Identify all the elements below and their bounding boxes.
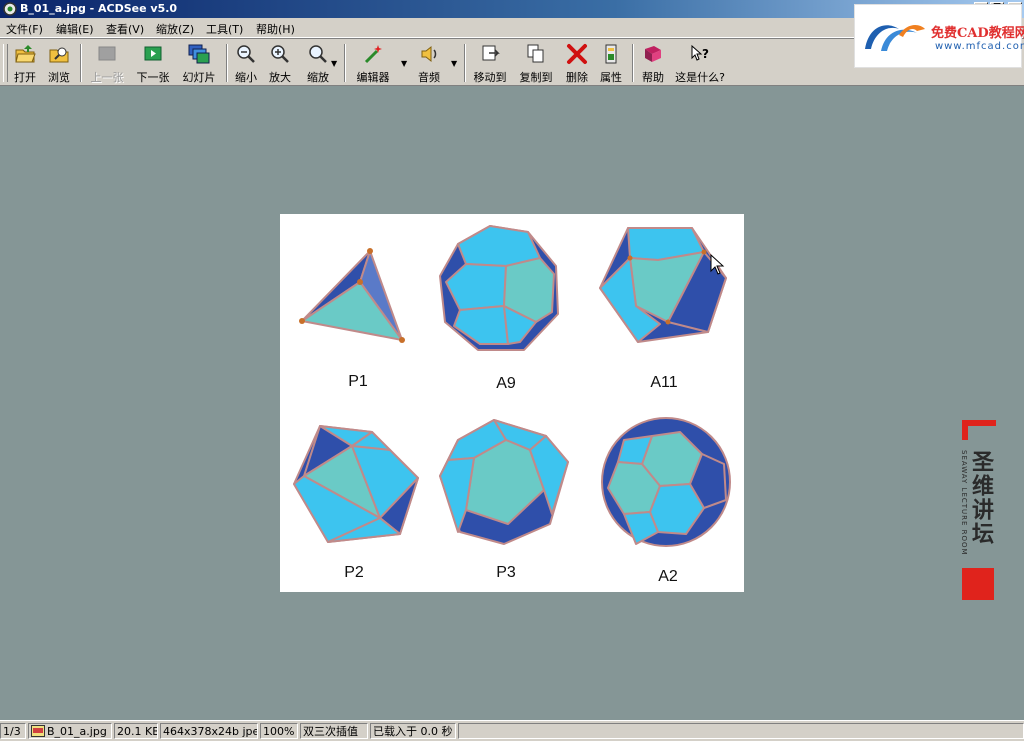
help-book-icon	[645, 46, 661, 62]
status-empty-panel	[458, 723, 1024, 739]
properties-icon	[605, 44, 617, 64]
properties-button[interactable]: 属性	[594, 41, 628, 85]
menu-view[interactable]: 查看(V)	[106, 21, 144, 37]
label-p3: P3	[496, 564, 516, 581]
zoom-in-icon	[271, 45, 289, 63]
banner-bracket-icon	[962, 420, 996, 440]
dodecahedron-p3	[439, 419, 569, 545]
properties-label: 属性	[600, 71, 622, 84]
toolbar-separator	[632, 44, 634, 82]
status-interpolation: 双三次插值	[300, 723, 368, 739]
status-filename-text: B_01_a.jpg	[47, 725, 107, 738]
delete-button[interactable]: 删除	[560, 41, 594, 85]
next-icon	[144, 46, 162, 61]
previous-icon	[98, 46, 116, 61]
zoom-out-button[interactable]: 缩小	[230, 41, 262, 85]
menu-edit[interactable]: 编辑(E)	[56, 21, 94, 37]
logo-url-text: www.mfcad.com	[935, 41, 1024, 52]
browse-label: 浏览	[48, 71, 70, 84]
previous-label: 上一张	[90, 71, 124, 84]
label-a11: A11	[650, 374, 678, 391]
whats-this-icon: ?	[691, 44, 709, 61]
polyhedron-a9	[439, 225, 559, 351]
whats-this-button[interactable]: ? 这是什么?	[670, 41, 730, 85]
displayed-image: P1 A9 A11 P2 P3 A2	[280, 214, 744, 592]
label-p2: P2	[344, 564, 364, 581]
zoom-out-label: 缩小	[235, 71, 257, 84]
delete-label: 删除	[566, 71, 588, 84]
toolbar-separator	[344, 44, 346, 82]
open-folder-icon	[15, 45, 36, 63]
previous-image-button[interactable]: 上一张	[86, 41, 128, 85]
copy-to-icon	[527, 44, 544, 63]
copy-to-label: 复制到	[519, 71, 553, 84]
move-to-label: 移动到	[473, 71, 507, 84]
help-label: 帮助	[642, 71, 664, 84]
browse-button[interactable]: 浏览	[42, 41, 76, 85]
editor-label: 编辑器	[356, 71, 390, 84]
soccer-ball-a2	[601, 417, 731, 547]
jpeg-file-icon	[31, 725, 45, 737]
mfcad-swirl-logo-icon	[865, 25, 925, 51]
acdsee-app-icon	[3, 2, 17, 16]
speaker-icon	[421, 45, 437, 63]
audio-label: 音频	[418, 71, 440, 84]
status-bar: 1/3 B_01_a.jpg 20.1 KB 464x378x24b jpeg …	[0, 720, 1024, 741]
toolbar-separator	[464, 44, 466, 82]
status-filename: B_01_a.jpg	[28, 723, 112, 739]
help-button[interactable]: 帮助	[636, 41, 670, 85]
magic-wand-icon	[364, 45, 382, 64]
polyhedron-a11	[599, 227, 727, 343]
mfcad-logo: 免费CAD教程网 www.mfcad.com	[854, 4, 1024, 68]
zoom-in-button[interactable]: 放大	[264, 41, 296, 85]
editor-button[interactable]: 编辑器	[350, 41, 396, 85]
tetrahedron-p1	[299, 248, 405, 343]
menu-help[interactable]: 帮助(H)	[256, 21, 295, 37]
icosahedron-p2	[293, 425, 419, 543]
move-to-button[interactable]: 移动到	[468, 41, 512, 85]
slideshow-icon	[188, 44, 210, 64]
svg-text:?: ?	[702, 47, 709, 61]
open-label: 打开	[14, 71, 36, 84]
logo-brand-text: 免费CAD教程网	[931, 26, 1024, 41]
next-image-button[interactable]: 下一张	[132, 41, 174, 85]
open-button[interactable]: 打开	[8, 41, 42, 85]
zoom-in-label: 放大	[269, 71, 291, 84]
banner-red-square	[962, 568, 994, 600]
zoom-label: 缩放	[307, 71, 329, 84]
zoom-out-icon	[237, 45, 255, 63]
toolbar-separator	[226, 44, 228, 82]
move-to-icon	[482, 45, 500, 61]
slideshow-label: 幻灯片	[182, 71, 216, 84]
copy-to-button[interactable]: 复制到	[514, 41, 558, 85]
label-a2: A2	[658, 568, 678, 585]
menu-tools[interactable]: 工具(T)	[206, 21, 243, 37]
banner-title: 圣维讲坛	[968, 450, 993, 546]
zoom-dropdown-arrow-icon[interactable]: ▼	[331, 59, 337, 68]
next-label: 下一张	[136, 71, 170, 84]
status-zoom: 100%	[260, 723, 298, 739]
audio-button[interactable]: 音频	[410, 41, 448, 85]
slideshow-button[interactable]: 幻灯片	[178, 41, 220, 85]
status-dimensions: 464x378x24b jpeg	[160, 723, 258, 739]
window-title: B_01_a.jpg - ACDSee v5.0	[20, 2, 178, 15]
status-image-index: 1/3	[0, 723, 26, 739]
polyhedra-illustration	[293, 225, 731, 547]
status-filesize: 20.1 KB	[114, 723, 158, 739]
seaway-lecture-banner: SEAWAY LECTURE ROOM 圣维讲坛	[958, 418, 998, 604]
mouse-cursor-icon	[710, 254, 725, 275]
label-p1: P1	[348, 373, 368, 390]
zoom-icon	[309, 45, 327, 63]
editor-dropdown-arrow-icon[interactable]: ▼	[401, 59, 407, 68]
browse-icon	[49, 47, 69, 63]
toolbar-separator	[80, 44, 82, 82]
image-viewer-area[interactable]: P1 A9 A11 P2 P3 A2 SEAWAY LECTURE ROOM 圣…	[0, 86, 1024, 720]
menu-file[interactable]: 文件(F)	[6, 21, 43, 37]
delete-x-icon	[567, 44, 587, 64]
whats-this-label: 这是什么?	[675, 71, 725, 84]
status-load-time: 已载入于 0.0 秒	[370, 723, 456, 739]
menu-zoom[interactable]: 缩放(Z)	[156, 21, 194, 37]
audio-dropdown-arrow-icon[interactable]: ▼	[451, 59, 457, 68]
label-a9: A9	[496, 375, 516, 392]
